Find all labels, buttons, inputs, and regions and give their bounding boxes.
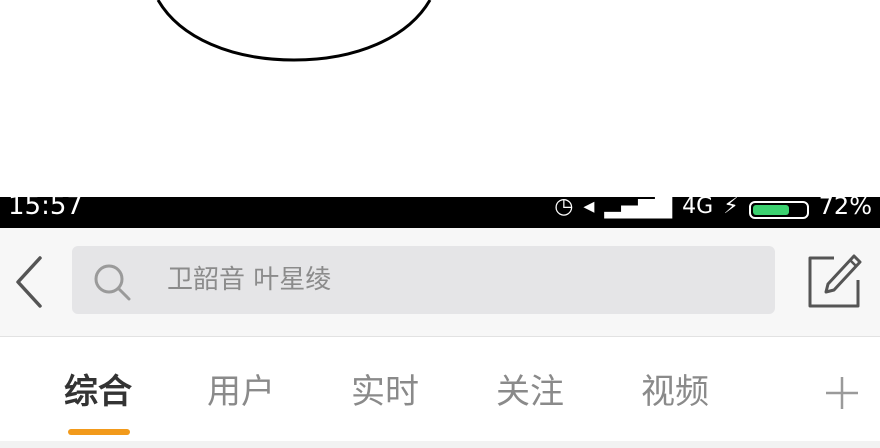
chevron-left-icon (16, 256, 42, 308)
battery-icon (748, 201, 809, 219)
tab-realtime[interactable]: 实时 (351, 367, 419, 417)
status-bar: 15:57 ◷ ◂ ▂▄▆█ 4G ⚡ 72% (0, 197, 880, 228)
alarm-icon: ◷ (554, 197, 574, 219)
wifi-icon: ◂ (583, 197, 595, 219)
tabs-bar: 综合 用户 实时 关注 视频 (0, 337, 880, 448)
compose-button[interactable] (804, 252, 862, 312)
search-header (0, 228, 880, 337)
tab-following[interactable]: 关注 (496, 367, 564, 417)
search-box[interactable] (72, 246, 775, 314)
search-icon (94, 264, 131, 301)
tab-video[interactable]: 视频 (641, 367, 709, 417)
content-divider (0, 441, 880, 448)
signal-icon: ▂▄▆█ (604, 197, 673, 219)
plus-icon (826, 377, 858, 409)
circle-outline-graphic (156, 0, 432, 62)
search-input[interactable] (167, 246, 727, 314)
battery-percent: 72% (818, 197, 872, 220)
top-area (0, 0, 880, 197)
tab-comprehensive[interactable]: 综合 (64, 367, 132, 417)
add-tab-button[interactable] (822, 373, 862, 413)
status-time: 15:57 (8, 197, 83, 221)
compose-icon (808, 254, 862, 308)
tab-users[interactable]: 用户 (207, 367, 275, 417)
active-tab-indicator (68, 429, 130, 435)
status-icons: ◷ ◂ ▂▄▆█ 4G ⚡ 72% (554, 197, 872, 221)
network-label: 4G (682, 197, 714, 219)
back-button[interactable] (10, 254, 54, 310)
charging-icon: ⚡ (723, 197, 739, 219)
